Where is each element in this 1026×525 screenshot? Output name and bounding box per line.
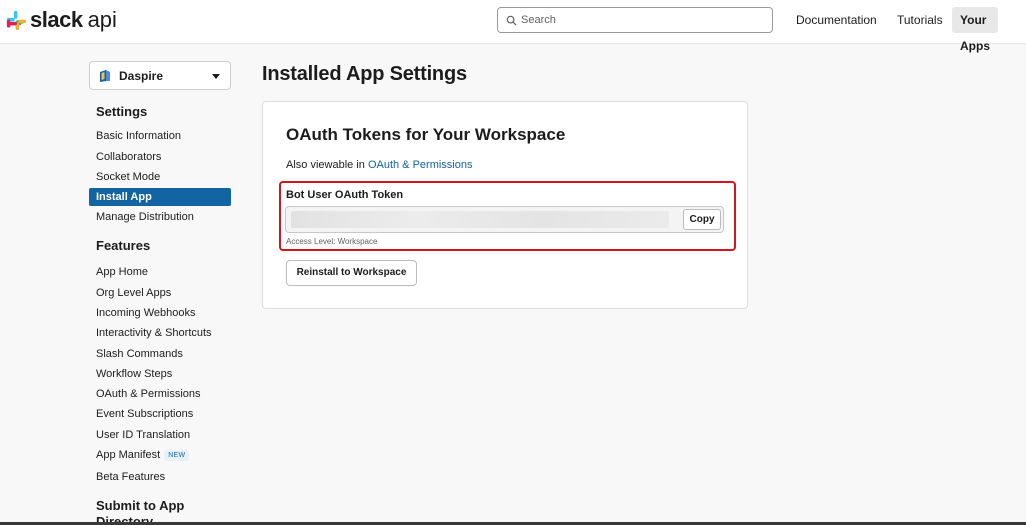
app-icon <box>100 69 110 82</box>
top-navigation-bar: slack api Documentation Tutorials Your A… <box>0 0 1026 53</box>
reinstall-to-workspace-button[interactable]: Reinstall to Workspace <box>286 260 417 286</box>
sidebar-item-socket-mode[interactable]: Socket Mode <box>89 168 231 186</box>
also-viewable-prefix: Also viewable in <box>286 159 368 171</box>
sidebar-item-interactivity-shortcuts[interactable]: Interactivity & Shortcuts <box>89 324 231 342</box>
sidebar-item-workflow-steps[interactable]: Workflow Steps <box>89 365 231 383</box>
page-title: Installed App Settings <box>262 63 467 85</box>
sidebar-item-user-id-translation[interactable]: User ID Translation <box>89 426 231 444</box>
bot-token-label: Bot User OAuth Token <box>286 189 404 201</box>
sidebar-item-collaborators[interactable]: Collaborators <box>89 148 231 166</box>
sidebar-item-event-subscriptions[interactable]: Event Subscriptions <box>89 405 231 423</box>
slack-api-logo[interactable]: slack api <box>6 7 117 33</box>
new-badge: NEW <box>164 450 190 461</box>
logo-suffix: api <box>87 7 117 32</box>
sidebar-item-incoming-webhooks[interactable]: Incoming Webhooks <box>89 304 231 322</box>
search-icon <box>506 15 517 26</box>
sidebar-item-slash-commands[interactable]: Slash Commands <box>89 345 231 363</box>
nav-your-apps-link[interactable]: Your Apps <box>952 7 998 53</box>
nav-tutorials-link[interactable]: Tutorials <box>890 7 950 33</box>
chevron-down-icon <box>212 74 220 79</box>
sidebar-item-org-level-apps[interactable]: Org Level Apps <box>89 284 231 302</box>
search-box[interactable] <box>497 7 773 33</box>
sidebar-item-basic-information[interactable]: Basic Information <box>89 127 231 145</box>
sidebar-item-app-home[interactable]: App Home <box>89 263 231 281</box>
app-selector-dropdown[interactable]: Daspire <box>89 61 231 90</box>
logo-wordmark: slack <box>30 7 83 32</box>
also-viewable-text: Also viewable in OAuth & Permissions <box>286 159 472 171</box>
slack-logo-icon <box>6 10 27 30</box>
sidebar-item-manage-distribution[interactable]: Manage Distribution <box>89 208 231 226</box>
submit-heading-line1: Submit to App <box>96 498 185 513</box>
search-input[interactable] <box>521 14 761 26</box>
oauth-permissions-link[interactable]: OAuth & Permissions <box>368 159 473 171</box>
nav-documentation-link[interactable]: Documentation <box>789 7 884 33</box>
sidebar-item-install-app[interactable]: Install App <box>89 188 231 206</box>
access-level-text: Access Level: Workspace <box>286 237 378 246</box>
selected-app-name: Daspire <box>119 68 164 83</box>
copy-button[interactable]: Copy <box>683 209 721 230</box>
sidebar-item-label: App Manifest <box>96 449 161 461</box>
submit-to-app-directory-heading[interactable]: Submit to App Directory <box>96 498 184 525</box>
sidebar-item-beta-features[interactable]: Beta Features <box>89 468 231 486</box>
card-title: OAuth Tokens for Your Workspace <box>286 125 566 144</box>
features-heading: Features <box>96 238 151 253</box>
sidebar-item-app-manifest[interactable]: App Manifest NEW <box>89 446 231 464</box>
settings-heading: Settings <box>96 104 148 119</box>
token-value-redacted <box>291 211 669 228</box>
sidebar-item-oauth-permissions[interactable]: OAuth & Permissions <box>89 385 231 403</box>
